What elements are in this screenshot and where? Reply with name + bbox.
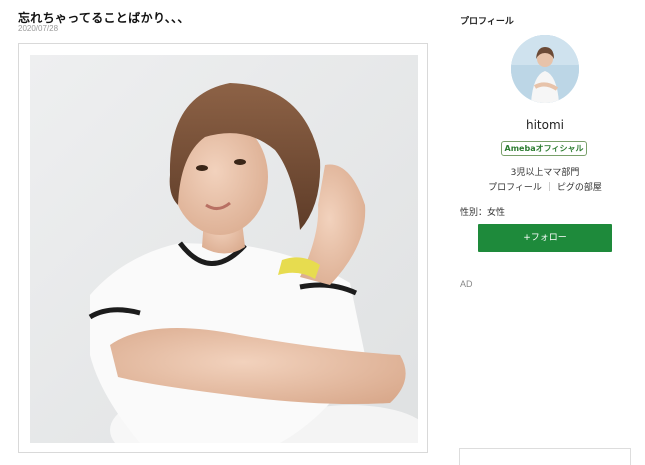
avatar[interactable] (511, 35, 579, 103)
ad-label: AD (460, 279, 473, 289)
pigg-room-link[interactable]: ピグの部屋 (557, 183, 602, 193)
sidebar-next-section (459, 448, 631, 465)
official-badge: Amebaオフィシャル (501, 141, 587, 156)
profile-links: プロフィール ピグの部屋 (460, 180, 630, 193)
photo-illustration (30, 55, 418, 443)
avatar-image (511, 35, 579, 103)
profile-name[interactable]: hitomi (460, 118, 630, 132)
follow-button[interactable]: +フォロー (478, 224, 612, 252)
article-photo[interactable] (30, 55, 418, 443)
profile-link[interactable]: プロフィール (488, 183, 542, 193)
profile-category[interactable]: 3児以上ママ部門 (460, 165, 630, 178)
profile-heading: プロフィール (460, 17, 514, 27)
article-photo-frame (18, 43, 428, 453)
link-divider (548, 182, 550, 191)
gender-info: 性別：女性 (460, 208, 506, 218)
article-date: 2020/07/28 (18, 24, 59, 33)
blog-page: 忘れちゃってることばかり、、、 2020/07/28 プロフィール hitomi… (0, 0, 645, 465)
